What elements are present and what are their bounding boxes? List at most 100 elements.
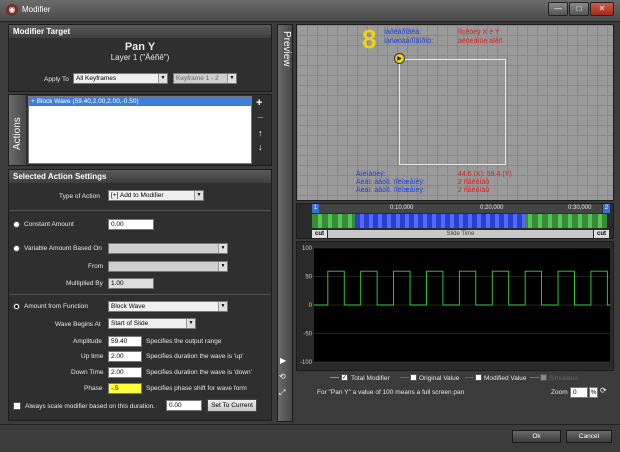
simulated-checkbox[interactable] xyxy=(540,374,547,381)
original-value-swatch xyxy=(400,377,409,378)
original-value-label: Original Value xyxy=(419,375,460,382)
chevron-down-icon: ▼ xyxy=(186,319,195,328)
active-box[interactable] xyxy=(399,59,506,165)
chevron-down-icon: ▼ xyxy=(218,262,227,271)
y-tick-label: 100 xyxy=(302,246,313,252)
y-tick-label: 50 xyxy=(305,275,312,281)
multiplied-by-label: Multiplied By xyxy=(66,280,103,287)
time-label-1: 0:10,000 xyxy=(390,205,414,211)
original-value-checkbox[interactable] xyxy=(410,374,417,381)
constant-amount-label: Constant Amount xyxy=(24,221,74,228)
amplitude-description: Specifies the output range xyxy=(146,338,222,345)
zoom-reset-icon[interactable]: ⟳ xyxy=(600,386,607,395)
ok-button[interactable]: Ok xyxy=(512,430,561,443)
wave-begins-label: Wave Begins At xyxy=(55,321,101,328)
simulated-swatch xyxy=(530,377,539,378)
always-scale-input[interactable]: 0.00 xyxy=(166,400,202,411)
cut-right[interactable]: cut xyxy=(594,230,609,238)
apply-to-dropdown[interactable]: All Keyframes ▼ xyxy=(73,73,168,84)
type-of-action-dropdown[interactable]: [+] Add to Modifier ▼ xyxy=(108,190,204,201)
amplitude-label: Amplitude xyxy=(73,338,102,345)
modified-value-label: Modified Value xyxy=(484,375,527,382)
info-bottom-right-3: 2 ñåêóíäû xyxy=(458,187,490,194)
list-item[interactable]: + Block Wave (59.40,2.00,2.00,-0.50) xyxy=(29,97,251,106)
from-dropdown[interactable]: ▼ xyxy=(108,261,228,272)
target-title: Pan Y xyxy=(124,41,156,53)
time-label-2: 0:20,000 xyxy=(480,205,504,211)
chevron-down-icon: ▼ xyxy=(158,74,167,83)
y-tick-label: -50 xyxy=(303,332,312,338)
close-button[interactable]: ✕ xyxy=(590,2,614,16)
always-scale-label: Always scale modifier based on this dura… xyxy=(25,403,156,410)
divider xyxy=(9,210,271,211)
settings-header: Selected Action Settings xyxy=(9,170,271,183)
phase-label: Phase xyxy=(84,385,103,392)
actions-tab-label: Actions xyxy=(12,117,23,150)
cancel-button[interactable]: Cancel xyxy=(566,430,612,443)
time-ruler xyxy=(312,204,602,213)
position-marker-icon[interactable]: ▶ xyxy=(394,53,405,64)
info-bottom-left-2: Äèàï. àâòîì. ïîëîæåíèÿ: xyxy=(356,179,425,186)
downtime-label: Down Time xyxy=(71,369,104,376)
cut-left[interactable]: cut xyxy=(312,230,327,238)
uptime-label: Up time xyxy=(81,353,104,360)
info-bottom-right-1: 44.6 (X): 59.4 (Y) xyxy=(458,171,512,178)
actions-tab[interactable]: Actions xyxy=(9,95,26,165)
zoom-label: Zoom xyxy=(551,389,568,396)
constant-amount-input[interactable]: 0.00 xyxy=(108,219,154,230)
type-of-action-label: Type of Action xyxy=(59,193,100,200)
add-action-button[interactable]: + xyxy=(256,97,262,109)
move-down-button[interactable]: ↓ xyxy=(258,142,263,152)
modified-value-checkbox[interactable] xyxy=(475,374,482,381)
maximize-button[interactable]: □ xyxy=(569,2,589,16)
loop-icon[interactable]: ⟲ xyxy=(279,372,291,384)
downtime-description: Specifies duration the wave is 'down' xyxy=(146,369,252,376)
app-icon: ◉ xyxy=(6,4,18,16)
chevron-down-icon: ▼ xyxy=(227,74,236,83)
divider xyxy=(9,294,271,295)
variable-amount-dropdown[interactable]: ▼ xyxy=(108,243,228,254)
info-top-right-2: àêòèâíûé áîêñ xyxy=(458,38,503,45)
multiplied-by-input[interactable]: 1.00 xyxy=(108,278,154,289)
slide-time-bar[interactable]: Slide Time xyxy=(328,230,593,238)
keyframe-dropdown[interactable]: Keyframe 1 - 2 ▼ xyxy=(173,73,237,84)
chevron-down-icon: ▼ xyxy=(218,244,227,253)
downtime-input[interactable]: 2.00 xyxy=(108,367,142,378)
always-scale-checkbox[interactable] xyxy=(13,402,21,410)
phase-description: Specifies phase shift for wave form xyxy=(146,385,247,392)
remove-action-button[interactable]: − xyxy=(257,112,263,124)
zoom-input[interactable]: 0 xyxy=(570,387,588,398)
info-bottom-right-2: 2 ñåêóíäû xyxy=(458,179,490,186)
constant-amount-radio[interactable] xyxy=(13,221,20,228)
play-icon[interactable]: ▶ xyxy=(280,356,290,366)
wave-begins-dropdown[interactable]: Start of Slide ▼ xyxy=(108,318,196,329)
total-modifier-swatch xyxy=(330,377,339,378)
keyframe-marker-2[interactable]: 2 xyxy=(603,204,610,213)
uptime-description: Specifies duration the wave is 'up' xyxy=(146,353,244,360)
phase-input[interactable]: -.5 xyxy=(108,383,142,394)
minimize-button[interactable]: — xyxy=(548,2,568,16)
uptime-input[interactable]: 2.00 xyxy=(108,351,142,362)
title-bar xyxy=(0,0,620,22)
amount-from-function-radio[interactable] xyxy=(13,303,20,310)
target-subtitle: Layer 1 ("Äéñê") xyxy=(110,53,170,62)
total-modifier-checkbox[interactable]: ✓ xyxy=(341,374,348,381)
audio-track-blue xyxy=(355,214,525,228)
window-title: Modifier xyxy=(22,5,51,14)
set-to-current-button[interactable]: Set To Current xyxy=(207,399,257,412)
move-up-button[interactable]: ↑ xyxy=(258,128,263,138)
from-label: From xyxy=(88,263,104,270)
function-dropdown[interactable]: Block Wave ▼ xyxy=(108,301,228,312)
time-label-3: 0:30,000 xyxy=(568,205,592,211)
variable-amount-radio[interactable] xyxy=(13,245,20,252)
chevron-down-icon: ▼ xyxy=(194,191,203,200)
simulated-label: Simulated xyxy=(549,375,578,382)
y-tick-label: -100 xyxy=(300,360,313,366)
modifier-graph[interactable]: 100 50 0 -50 -100 xyxy=(298,242,612,370)
preview-tab-label: Preview xyxy=(281,31,292,67)
keyframe-marker-1[interactable]: 1 xyxy=(312,204,319,213)
actions-list[interactable]: + Block Wave (59.40,2.00,2.00,-0.50) xyxy=(28,96,252,164)
amplitude-input[interactable]: 59.40 xyxy=(108,336,142,347)
fit-icon[interactable]: ⤢ xyxy=(279,388,291,400)
total-modifier-label: Total Modifier xyxy=(351,375,390,382)
